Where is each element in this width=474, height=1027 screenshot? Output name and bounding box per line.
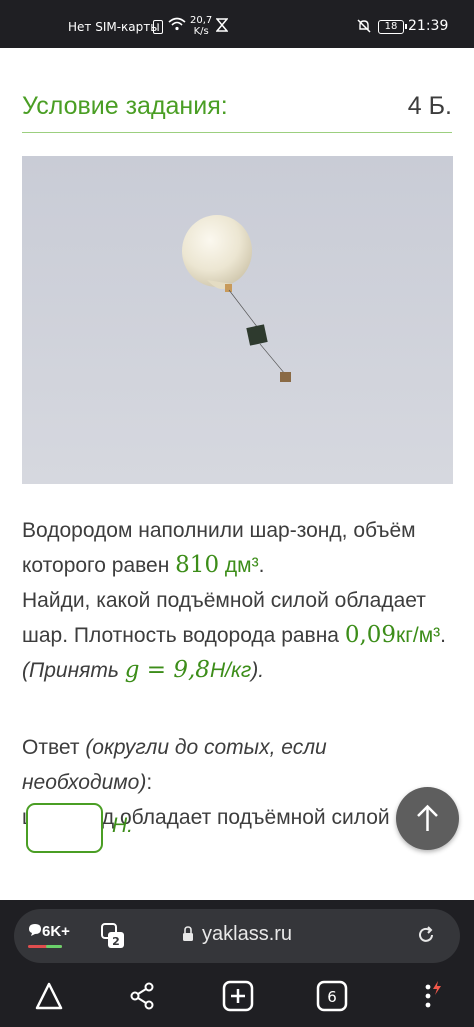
arrow-up-icon xyxy=(417,804,438,831)
reload-icon xyxy=(419,926,433,942)
share-button[interactable] xyxy=(128,980,156,1017)
problem-text-part: (Принять xyxy=(22,659,125,682)
equals-sign: = xyxy=(139,657,174,683)
network-speed: 20,7 K/s xyxy=(190,15,212,37)
share-icon xyxy=(130,982,154,1010)
kebab-menu-icon xyxy=(425,981,441,1008)
alice-icon xyxy=(35,982,63,1010)
problem-text-part: Водородом наполнили шар-зонд, объём кото… xyxy=(22,519,416,577)
status-bar: Нет SIM-карты ! 20,7 K/s 18 21:39 xyxy=(0,0,474,48)
reload-button[interactable] xyxy=(416,925,436,950)
period: . xyxy=(258,554,265,577)
tab-groups-icon: 2 xyxy=(101,923,124,948)
plus-icon xyxy=(222,980,254,1012)
g-unit: Н/кг xyxy=(209,659,252,682)
task-title: Условие задания: xyxy=(22,92,228,120)
wifi-icon xyxy=(168,17,186,35)
volume-unit: дм³ xyxy=(224,554,259,577)
chat-bubble-icon xyxy=(29,924,41,936)
tab-groups-button[interactable]: 2 xyxy=(100,922,126,955)
balloon-photo xyxy=(22,156,453,484)
hourglass-icon xyxy=(215,18,229,36)
tab-group-count: 2 xyxy=(112,935,120,948)
answer-colon: : xyxy=(146,771,153,794)
comments-count: 6K+ xyxy=(42,923,70,940)
url-text[interactable]: yaklass.ru xyxy=(202,923,292,946)
tabs-count: 6 xyxy=(327,988,337,1006)
clock: 21:39 xyxy=(408,18,449,34)
lock-icon xyxy=(182,926,194,947)
speed-unit: K/s xyxy=(193,26,209,37)
task-points: 4 Б. xyxy=(407,92,452,120)
g-value: 9,8 xyxy=(173,657,210,683)
problem-paragraph-1: Водородом наполнили шар-зонд, объём кото… xyxy=(22,513,462,583)
speed-value: 20,7 xyxy=(190,15,213,26)
answer-label: Ответ xyxy=(22,736,86,759)
closing: ). xyxy=(251,659,265,682)
problem-text: Водородом наполнили шар-зонд, объём кото… xyxy=(22,513,462,688)
tabs-button[interactable]: 6 xyxy=(316,980,348,1017)
comments-button[interactable]: 6K+ xyxy=(28,923,70,940)
answer-unit: Н. xyxy=(112,814,133,837)
volume-value: 810 xyxy=(175,552,220,578)
density-value: 0,09 xyxy=(344,622,397,648)
battery-icon: 18 xyxy=(378,20,407,34)
activity-bar-green xyxy=(46,945,62,948)
alice-assistant-button[interactable] xyxy=(33,980,65,1017)
new-tab-button[interactable] xyxy=(222,980,254,1017)
title-divider xyxy=(22,132,452,133)
problem-paragraph-3: (Принять g = 9,8Н/кг). xyxy=(22,653,462,688)
answer-input[interactable] xyxy=(26,803,103,853)
mute-icon xyxy=(356,18,372,38)
scroll-to-top-button[interactable] xyxy=(396,787,459,850)
problem-paragraph-2: Найди, какой подъёмной силой обладает ша… xyxy=(22,583,462,653)
tabs-icon: 6 xyxy=(316,980,348,1012)
sim-icon: ! xyxy=(153,20,163,34)
carrier-label: Нет SIM-карты xyxy=(68,20,160,34)
density-unit: кг/м³ xyxy=(396,624,441,647)
g-symbol: g xyxy=(124,657,140,683)
menu-button[interactable] xyxy=(418,980,444,1017)
period: . xyxy=(440,624,447,647)
